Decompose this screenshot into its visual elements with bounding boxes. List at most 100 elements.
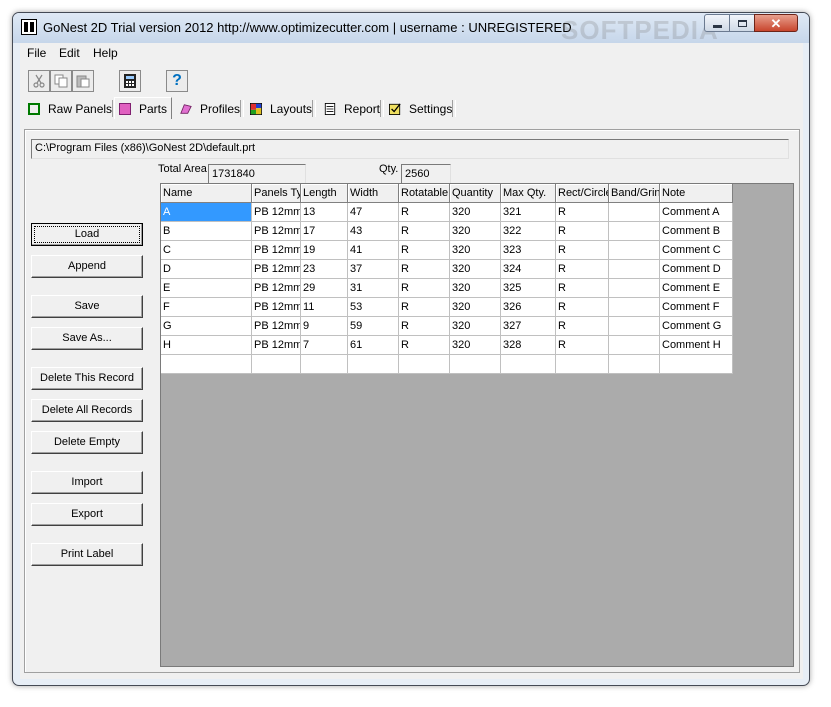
table-cell[interactable]: 320 [449, 259, 501, 279]
table-cell[interactable]: PB 12mm [251, 297, 301, 317]
import-button[interactable]: Import [31, 471, 143, 494]
print-label-button[interactable]: Print Label [31, 543, 143, 566]
table-cell[interactable]: PB 12mm [251, 335, 301, 355]
table-cell[interactable]: Comment C [659, 240, 733, 260]
table-cell[interactable] [300, 354, 348, 374]
table-cell[interactable]: 328 [500, 335, 556, 355]
load-button[interactable]: Load [31, 223, 143, 246]
export-button[interactable]: Export [31, 503, 143, 526]
table-cell[interactable]: 41 [347, 240, 399, 260]
table-cell[interactable]: R [398, 202, 450, 222]
column-header[interactable]: Max Qty. [500, 184, 556, 203]
table-cell[interactable]: 320 [449, 221, 501, 241]
table-cell[interactable]: 323 [500, 240, 556, 260]
minimize-button[interactable] [704, 14, 730, 32]
table-cell[interactable]: 61 [347, 335, 399, 355]
table-cell[interactable]: PB 12mm [251, 316, 301, 336]
table-cell[interactable]: 320 [449, 240, 501, 260]
table-cell[interactable]: 23 [300, 259, 348, 279]
table-cell[interactable] [608, 221, 660, 241]
table-cell[interactable]: G [161, 316, 252, 336]
cut-button[interactable] [28, 70, 50, 92]
calculator-button[interactable] [119, 70, 141, 92]
column-header[interactable]: Length [300, 184, 348, 203]
table-row[interactable]: D PB 12mm 23 37 R 320 324 R Comment D [161, 259, 733, 279]
table-cell[interactable] [608, 297, 660, 317]
column-header[interactable]: Quantity [449, 184, 501, 203]
table-cell[interactable]: Comment B [659, 221, 733, 241]
menu-edit[interactable]: Edit [59, 46, 80, 60]
tab-raw-panels[interactable]: Raw Panels [28, 99, 117, 118]
column-header[interactable]: Width [347, 184, 399, 203]
delete-all-button[interactable]: Delete All Records [31, 399, 143, 422]
table-cell[interactable]: 37 [347, 259, 399, 279]
table-cell[interactable]: PB 12mm [251, 240, 301, 260]
table-cell[interactable]: 19 [300, 240, 348, 260]
save-button[interactable]: Save [31, 295, 143, 318]
save-as-button[interactable]: Save As... [31, 327, 143, 350]
table-cell[interactable] [608, 240, 660, 260]
table-cell[interactable]: 13 [300, 202, 348, 222]
table-cell[interactable]: 53 [347, 297, 399, 317]
table-cell[interactable]: C [161, 240, 252, 260]
table-cell[interactable]: 31 [347, 278, 399, 298]
tab-profiles[interactable]: Profiles [180, 99, 245, 118]
table-row[interactable]: B PB 12mm 17 43 R 320 322 R Comment B [161, 221, 733, 241]
delete-record-button[interactable]: Delete This Record [31, 367, 143, 390]
table-cell[interactable]: PB 12mm [251, 278, 301, 298]
table-cell[interactable]: 321 [500, 202, 556, 222]
table-cell[interactable] [449, 354, 501, 374]
table-cell[interactable] [398, 354, 450, 374]
table-cell[interactable]: R [555, 202, 609, 222]
table-cell[interactable]: 327 [500, 316, 556, 336]
table-row[interactable]: E PB 12mm 29 31 R 320 325 R Comment E [161, 278, 733, 298]
table-cell[interactable]: E [161, 278, 252, 298]
table-cell[interactable] [608, 259, 660, 279]
paste-button[interactable] [72, 70, 94, 92]
table-cell[interactable]: Comment D [659, 259, 733, 279]
table-cell[interactable]: F [161, 297, 252, 317]
table-cell[interactable]: Comment F [659, 297, 733, 317]
tab-report[interactable]: Report [324, 99, 385, 118]
column-header[interactable]: Name [161, 184, 252, 203]
table-cell[interactable]: PB 12mm [251, 259, 301, 279]
table-cell[interactable] [608, 316, 660, 336]
table-cell[interactable] [555, 354, 609, 374]
tab-parts[interactable]: Parts [114, 97, 173, 119]
table-cell[interactable] [608, 202, 660, 222]
copy-button[interactable] [50, 70, 72, 92]
table-cell[interactable] [608, 354, 660, 374]
table-cell[interactable]: R [555, 221, 609, 241]
table-cell[interactable] [347, 354, 399, 374]
table-cell[interactable]: R [555, 259, 609, 279]
table-cell[interactable]: Comment G [659, 316, 733, 336]
table-cell[interactable]: Comment A [659, 202, 733, 222]
table-cell[interactable]: 324 [500, 259, 556, 279]
table-cell[interactable]: Comment E [659, 278, 733, 298]
table-cell[interactable]: A [161, 202, 252, 222]
table-row[interactable] [161, 354, 733, 374]
table-cell[interactable]: 325 [500, 278, 556, 298]
table-row[interactable]: F PB 12mm 11 53 R 320 326 R Comment F [161, 297, 733, 317]
close-button[interactable]: ✕ [754, 14, 798, 32]
table-cell[interactable]: D [161, 259, 252, 279]
table-cell[interactable]: 320 [449, 297, 501, 317]
table-cell[interactable]: B [161, 221, 252, 241]
table-cell[interactable] [251, 354, 301, 374]
table-cell[interactable]: R [398, 297, 450, 317]
table-cell[interactable]: R [555, 335, 609, 355]
column-header[interactable]: Rect/Circle [555, 184, 609, 203]
table-row[interactable]: H PB 12mm 7 61 R 320 328 R Comment H [161, 335, 733, 355]
table-cell[interactable]: R [555, 240, 609, 260]
table-cell[interactable]: 320 [449, 316, 501, 336]
table-cell[interactable]: PB 12mm [251, 202, 301, 222]
table-cell[interactable]: R [398, 240, 450, 260]
table-row[interactable]: G PB 12mm 9 59 R 320 327 R Comment G [161, 316, 733, 336]
table-cell[interactable]: 322 [500, 221, 556, 241]
tab-settings[interactable]: Settings [389, 99, 457, 118]
menu-file[interactable]: File [27, 46, 46, 60]
table-cell[interactable]: Comment H [659, 335, 733, 355]
table-cell[interactable]: 59 [347, 316, 399, 336]
table-cell[interactable]: 17 [300, 221, 348, 241]
delete-empty-button[interactable]: Delete Empty [31, 431, 143, 454]
